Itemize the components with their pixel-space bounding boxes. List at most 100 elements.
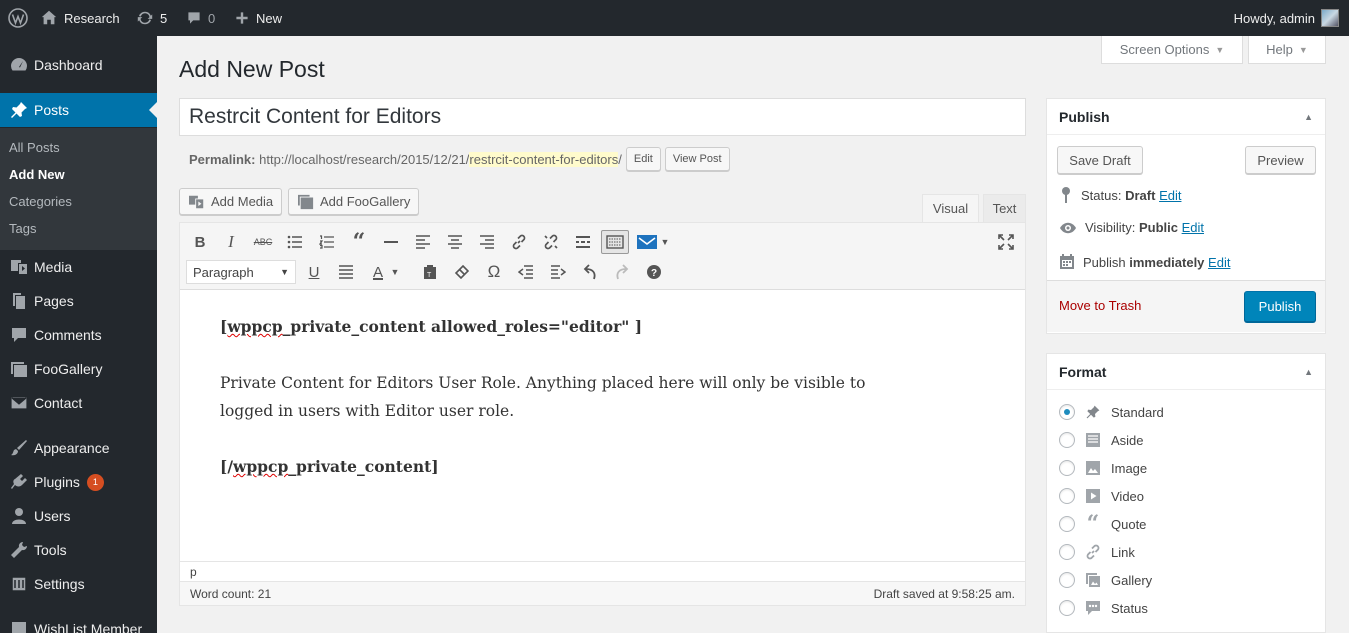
menu-dashboard[interactable]: Dashboard <box>0 48 157 82</box>
radio-aside[interactable] <box>1059 432 1075 448</box>
menu-appearance[interactable]: Appearance <box>0 431 157 465</box>
format-option-standard[interactable]: Standard <box>1059 403 1164 421</box>
italic-icon[interactable]: I <box>219 230 243 254</box>
menu-posts[interactable]: Posts <box>0 93 157 127</box>
updates-icon <box>137 11 153 25</box>
new-content-link[interactable]: New <box>234 0 282 36</box>
submenu-tags[interactable]: Tags <box>9 221 36 236</box>
wordpress-logo-icon[interactable] <box>8 0 28 36</box>
numbered-list-icon[interactable] <box>315 230 339 254</box>
edit-visibility-link[interactable]: Edit <box>1182 220 1204 235</box>
menu-tools[interactable]: Tools <box>0 533 157 567</box>
add-foogallery-button[interactable]: Add FooGallery <box>288 188 420 215</box>
my-account-link[interactable]: Howdy, admin <box>1234 0 1339 36</box>
move-to-trash-link[interactable]: Move to Trash <box>1059 298 1141 313</box>
add-media-button[interactable]: Add Media <box>179 188 283 215</box>
collapse-arrow-icon[interactable]: ▲ <box>1304 112 1313 122</box>
editor-path-bar[interactable]: p <box>180 561 1025 581</box>
outdent-icon[interactable] <box>514 260 538 284</box>
unlink-icon[interactable] <box>539 230 563 254</box>
editor-content[interactable]: [wppcp_private_content allowed_roles="ed… <box>220 313 880 509</box>
text-color-caret-icon[interactable]: ▼ <box>389 260 401 284</box>
collapse-arrow-icon[interactable]: ▲ <box>1304 367 1313 377</box>
toolbar-toggle-icon[interactable] <box>601 230 629 254</box>
undo-icon[interactable] <box>578 260 602 284</box>
radio-standard[interactable] <box>1059 404 1075 420</box>
menu-wishlist-member[interactable]: WishList Member <box>0 612 157 633</box>
strikethrough-icon[interactable]: ABC <box>251 230 275 254</box>
underline-icon[interactable]: U <box>302 260 326 284</box>
post-title-input[interactable] <box>179 98 1026 136</box>
caret-down-icon: ▼ <box>1298 44 1308 55</box>
publish-box-header[interactable]: Publish ▲ <box>1047 99 1325 135</box>
blockquote-icon[interactable]: “ <box>347 229 371 255</box>
paste-text-icon[interactable]: T <box>418 260 442 284</box>
screen-options-button[interactable]: Screen Options ▼ <box>1101 36 1243 64</box>
fullscreen-icon[interactable] <box>994 230 1018 254</box>
submenu-add-new[interactable]: Add New <box>9 167 65 182</box>
dropdown-caret-icon[interactable]: ▼ <box>659 230 671 254</box>
justify-icon[interactable] <box>334 260 358 284</box>
radio-image[interactable] <box>1059 460 1075 476</box>
edit-publish-time-link[interactable]: Edit <box>1208 255 1230 270</box>
format-box-header[interactable]: Format ▲ <box>1047 354 1325 390</box>
edit-permalink-button[interactable]: Edit <box>625 147 661 171</box>
updates-link[interactable]: 5 <box>136 0 167 36</box>
radio-quote[interactable] <box>1059 516 1075 532</box>
element-path[interactable]: p <box>190 565 197 579</box>
format-option-video[interactable]: Video <box>1059 487 1144 505</box>
clear-formatting-icon[interactable] <box>450 260 474 284</box>
format-option-gallery[interactable]: Gallery <box>1059 571 1152 589</box>
gallery-icon <box>1083 571 1103 589</box>
radio-gallery[interactable] <box>1059 572 1075 588</box>
comments-link[interactable]: 0 <box>186 0 215 36</box>
site-name-link[interactable]: Research <box>40 0 120 36</box>
submenu-categories[interactable]: Categories <box>9 194 72 209</box>
format-option-quote[interactable]: “ Quote <box>1059 511 1146 537</box>
align-center-icon[interactable] <box>443 230 467 254</box>
menu-contact[interactable]: Contact <box>0 386 157 420</box>
bold-icon[interactable]: B <box>188 230 212 254</box>
menu-comments[interactable]: Comments <box>0 318 157 352</box>
edit-status-link[interactable]: Edit <box>1159 188 1181 203</box>
text-color-icon[interactable]: A <box>366 260 390 284</box>
menu-pages[interactable]: Pages <box>0 284 157 318</box>
tab-text[interactable]: Text <box>983 194 1026 222</box>
indent-icon[interactable] <box>546 260 570 284</box>
preview-button[interactable]: Preview <box>1245 146 1316 174</box>
help-button[interactable]: Help ▼ <box>1248 36 1326 64</box>
menu-users[interactable]: Users <box>0 499 157 533</box>
submenu-all-posts[interactable]: All Posts <box>9 140 60 155</box>
format-select[interactable]: Paragraph ▼ <box>186 260 296 284</box>
envelope-dropdown-icon[interactable] <box>636 230 658 254</box>
editor-status-bar: Word count: 21 Draft saved at 9:58:25 am… <box>180 581 1025 605</box>
format-option-image[interactable]: Image <box>1059 459 1147 477</box>
save-draft-button[interactable]: Save Draft <box>1057 146 1143 174</box>
insert-link-icon[interactable] <box>507 230 531 254</box>
menu-foogallery[interactable]: FooGallery <box>0 352 157 386</box>
menu-plugins[interactable]: Plugins 1 <box>0 465 157 499</box>
permalink-slug[interactable]: restrcit-content-for-editors <box>469 151 619 167</box>
help-icon[interactable]: ? <box>642 260 666 284</box>
special-character-icon[interactable]: Ω <box>482 260 506 284</box>
publish-button[interactable]: Publish <box>1244 291 1316 322</box>
publish-time-row: Publish immediately Edit <box>1059 254 1230 270</box>
format-option-aside[interactable]: Aside <box>1059 431 1144 449</box>
menu-settings[interactable]: Settings <box>0 567 157 601</box>
view-post-button[interactable]: View Post <box>664 147 730 171</box>
add-foogallery-label: Add FooGallery <box>320 194 411 209</box>
redo-icon[interactable] <box>610 260 634 284</box>
admin-bar: Research 5 0 New Howdy, admin <box>0 0 1349 36</box>
align-right-icon[interactable] <box>475 230 499 254</box>
radio-link[interactable] <box>1059 544 1075 560</box>
tab-visual[interactable]: Visual <box>922 194 979 222</box>
align-left-icon[interactable] <box>411 230 435 254</box>
bullet-list-icon[interactable] <box>283 230 307 254</box>
radio-status[interactable] <box>1059 600 1075 616</box>
horizontal-line-icon[interactable] <box>379 230 403 254</box>
format-option-link[interactable]: Link <box>1059 543 1135 561</box>
format-option-status[interactable]: Status <box>1059 599 1148 617</box>
read-more-icon[interactable] <box>571 230 595 254</box>
menu-media[interactable]: Media <box>0 250 157 284</box>
radio-video[interactable] <box>1059 488 1075 504</box>
